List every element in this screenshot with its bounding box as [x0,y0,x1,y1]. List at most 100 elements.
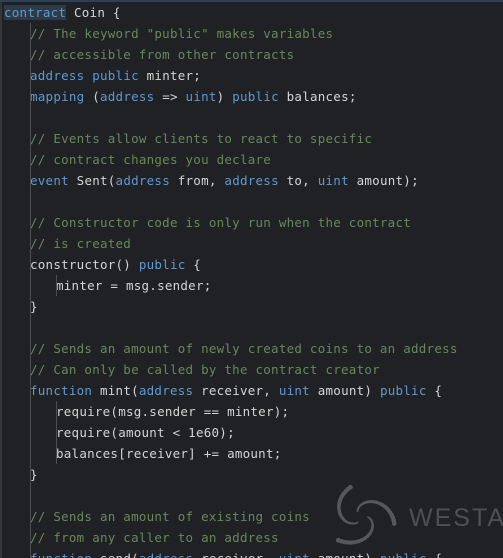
code-token: amount); [348,173,419,188]
code-line: // accessible from other contracts [0,44,503,65]
indent-guide [30,65,31,86]
code-token: function [30,551,92,558]
code-token: } [30,467,38,482]
indent-guide [30,401,31,422]
code-token: function [30,383,93,398]
code-token: address [139,551,193,558]
code-token: require(amount < 1e60); [56,425,235,440]
indent-guide [30,548,31,558]
code-line: // contract changes you declare [0,149,503,170]
code-token: mapping [30,89,85,104]
indent-guide [30,254,31,275]
code-token: receiver, [193,551,279,558]
code-line: function send(address receiver, uint amo… [0,548,503,558]
code-block[interactable]: contract Coin {// The keyword "public" m… [0,2,503,558]
code-token: ) [216,89,233,104]
code-token: uint [278,383,310,398]
code-line [0,485,503,506]
indent-guide [30,296,31,317]
code-line: require(msg.sender == minter); [0,401,503,422]
code-line: // is created [0,233,503,254]
code-token: // accessible from other contracts [30,47,295,62]
code-line-text: } [30,299,38,314]
code-token: constructor() [30,257,139,272]
code-token: Sent( [68,173,116,188]
indent-guide [56,422,57,443]
code-line-text: function mint(address receiver, uint amo… [30,383,442,398]
code-token: => [154,89,186,104]
indent-guide [30,107,31,128]
code-token: // is created [30,236,132,251]
indent-guide [30,359,31,380]
code-line: address public minter; [0,65,503,86]
code-token: amount) [310,551,380,558]
code-line: constructor() public { [0,254,503,275]
code-line-text: // Can only be called by the contract cr… [30,362,380,377]
code-token: } [30,299,38,314]
indent-guide [56,275,57,296]
indent-guide [56,401,57,422]
code-token: { [185,257,202,272]
code-line-text: event Sent(address from, address to, uin… [30,173,419,188]
indent-guide [30,149,31,170]
code-line: mapping (address => uint) public balance… [0,86,503,107]
code-token: receiver, [193,383,279,398]
code-token: minter; [138,68,202,83]
code-token: // Can only be called by the contract cr… [30,362,380,377]
indent-guide [30,527,31,548]
indent-guide [30,275,31,296]
code-token: minter = msg.sender; [56,278,212,293]
code-token: public [138,257,186,272]
code-line-text: // Events allow clients to react to spec… [30,131,372,146]
code-token: // Constructor code is only run when the… [30,215,412,230]
code-token: address [30,68,85,83]
indent-guide [30,464,31,485]
indent-guide [30,86,31,107]
code-token: send( [92,551,139,558]
code-line: // Sends an amount of existing coins [0,506,503,527]
code-token: balances[receiver] += amount; [56,446,282,461]
code-token: require(msg.sender == minter); [56,404,290,419]
indent-guide [30,485,31,506]
code-line: // Constructor code is only run when the… [0,212,503,233]
code-token: balances; [278,89,357,104]
code-line: require(amount < 1e60); [0,422,503,443]
code-line: balances[receiver] += amount; [0,443,503,464]
code-token: uint [279,551,310,558]
code-token: { [426,383,443,398]
code-line: function mint(address receiver, uint amo… [0,380,503,401]
code-line-text: require(amount < 1e60); [56,425,235,440]
code-line-text: // Sends an amount of newly created coin… [30,341,458,356]
indent-guide [30,191,31,212]
code-line-text: function send(address receiver, uint amo… [30,551,442,558]
code-line-text: require(msg.sender == minter); [56,404,289,419]
code-line: // The keyword "public" makes variables [0,23,503,44]
code-line: // Events allow clients to react to spec… [0,128,503,149]
code-line: minter = msg.sender; [0,275,503,296]
indent-guide [30,233,31,254]
code-line-text: // contract changes you declare [30,152,271,167]
code-line: // Can only be called by the contract cr… [0,359,503,380]
code-line [0,191,503,212]
code-token: contract [4,5,67,20]
code-token: // contract changes you declare [30,152,272,167]
indent-guide [30,380,31,401]
code-token: { [105,5,121,20]
indent-guide [30,317,31,338]
code-line [0,107,503,128]
code-line [0,317,503,338]
code-line: contract Coin { [0,2,503,23]
code-line: } [0,296,503,317]
code-line-text: // Sends an amount of existing coins [30,509,310,524]
code-token: public [380,551,427,558]
code-token: ( [84,89,100,104]
code-token: uint [317,173,349,188]
code-token: address [138,383,194,398]
indent-guide [30,44,31,65]
code-line-text: // accessible from other contracts [30,47,294,62]
code-token: { [427,551,443,558]
